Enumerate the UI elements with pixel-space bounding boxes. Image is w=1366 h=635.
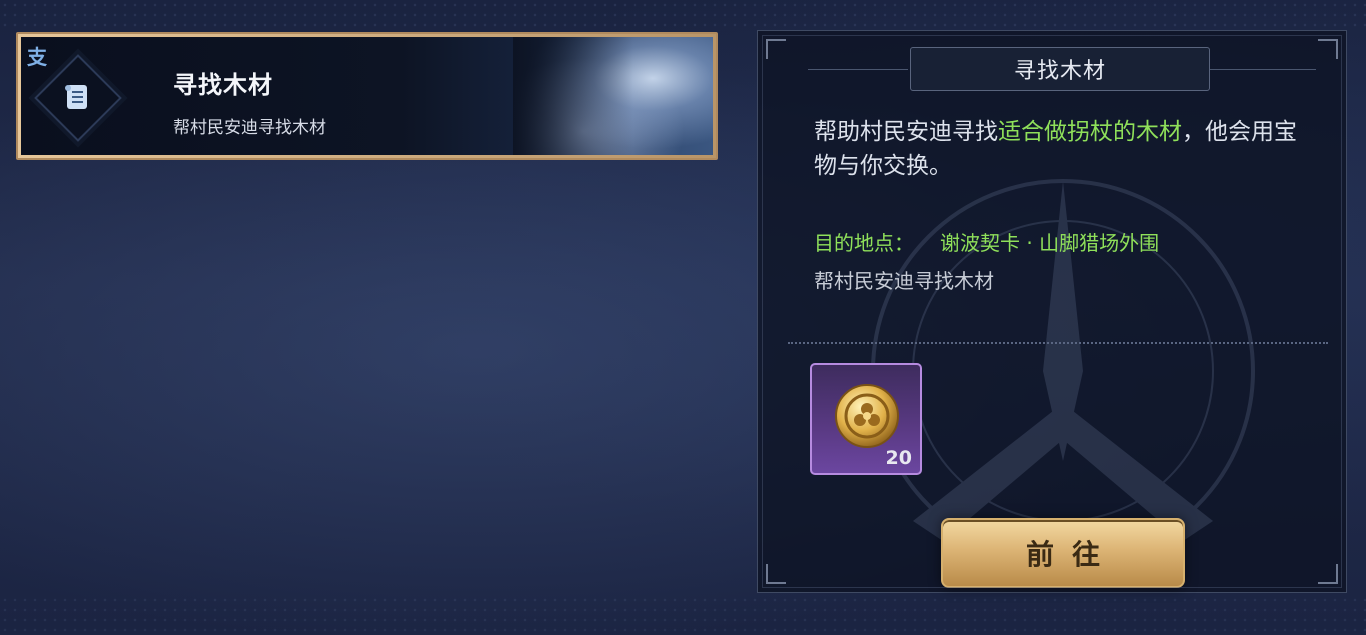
quest-card-scene-image: [513, 37, 713, 155]
quest-description: 帮助村民安迪寻找适合做拐杖的木材，他会用宝物与你交换。: [814, 115, 1314, 183]
description-text: 帮助村民安迪寻找: [814, 119, 998, 145]
scroll-icon: [65, 85, 87, 109]
destination-label: 目的地点：: [814, 231, 914, 255]
gold-coin-icon: [835, 384, 899, 448]
panel-corner-ornament: [1318, 39, 1338, 59]
title-divider-right: [1210, 69, 1316, 70]
dotted-divider: [788, 342, 1328, 344]
quest-subtitle: 帮村民安迪寻找木材: [173, 118, 326, 138]
title-divider-left: [808, 69, 908, 70]
description-highlight: 适合做拐杖的木材: [998, 119, 1182, 145]
quest-type-tag: 支: [27, 45, 47, 69]
quest-title: 寻找木材: [173, 71, 273, 99]
quest-list-item[interactable]: 支 寻找木材 帮村民安迪寻找木材: [16, 32, 718, 160]
destination: 目的地点： 谢波契卡 · 山脚猎场外围: [814, 227, 1159, 256]
quest-detail-panel: 寻找木材 帮助村民安迪寻找适合做拐杖的木材，他会用宝物与你交换。 目的地点： 谢波…: [757, 30, 1347, 593]
destination-value: 谢波契卡 · 山脚猎场外围: [940, 231, 1160, 255]
reward-count: 20: [885, 447, 912, 469]
destination-subtext: 帮村民安迪寻找木材: [814, 269, 994, 293]
detail-title: 寻找木材: [910, 47, 1210, 91]
go-button[interactable]: 前往: [941, 518, 1185, 588]
background-pattern-top: [0, 0, 1366, 30]
panel-corner-ornament: [1318, 564, 1338, 584]
panel-corner-ornament: [766, 564, 786, 584]
reward-item[interactable]: 20: [810, 363, 922, 475]
panel-corner-ornament: [766, 39, 786, 59]
quest-card-body: 支 寻找木材 帮村民安迪寻找木材: [21, 37, 713, 155]
background-pattern-bottom: [0, 595, 1366, 635]
